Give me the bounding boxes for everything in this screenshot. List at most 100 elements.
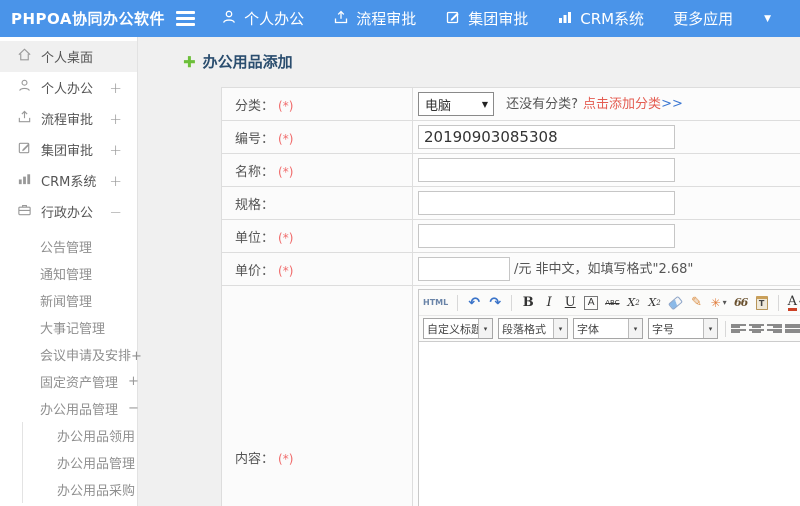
rich-text-editor: HTML ↶ ↷ B I U A ABC X2 X2 ✎ ✳ ▾ 66 T A … — [418, 289, 800, 506]
sidebar-item-news-mgmt[interactable]: 新闻管理 — [0, 287, 137, 314]
spec-label: 规格： — [235, 197, 275, 213]
font-size-combo[interactable]: 字号 ▾ — [648, 318, 718, 339]
combo-caret-icon: ▾ — [553, 319, 567, 338]
redo-icon[interactable]: ↷ — [488, 293, 502, 313]
editor-content-area[interactable] — [419, 342, 800, 506]
undo-icon[interactable]: ↶ — [467, 293, 481, 313]
price-label: 单价： — [235, 263, 275, 279]
font-family-combo[interactable]: 字体 ▾ — [573, 318, 643, 339]
form-row-name: 名称： (*) — [221, 153, 800, 187]
editor-toolbar-row1: HTML ↶ ↷ B I U A ABC X2 X2 ✎ ✳ ▾ 66 T A — [419, 290, 800, 316]
briefcase-icon — [17, 202, 41, 221]
edit-icon — [17, 140, 41, 159]
code-input[interactable] — [418, 125, 675, 149]
add-plus-icon: ✚ — [183, 52, 196, 71]
sidebar-item-meeting-apply[interactable]: 会议申请及安排+ — [0, 341, 142, 368]
add-category-link[interactable]: 点击添加分类 — [583, 97, 661, 112]
sidebar-admin-submenu: 公告管理 通知管理 新闻管理 大事记管理 会议申请及安排+ 固定资产管理 + 办公… — [0, 227, 142, 503]
sidebar-item-personal-desktop[interactable]: 个人桌面 — [0, 41, 137, 72]
expand-plus-icon[interactable]: + — [109, 172, 122, 190]
topnav-workflow-approval[interactable]: 流程审批 — [333, 8, 416, 29]
sidebar-item-memorabilia-mgmt[interactable]: 大事记管理 — [0, 314, 137, 341]
char-border-button[interactable]: A — [584, 295, 599, 310]
sidebar-item-office-supplies-mgmt[interactable]: 办公用品管理 − — [0, 395, 139, 422]
align-left-icon[interactable] — [731, 323, 746, 335]
topnav-more-apps[interactable]: 更多应用 — [673, 8, 733, 29]
top-nav: 个人办公 流程审批 集团审批 CRM系统 更多应用 ▼ — [221, 8, 800, 29]
form-row-spec: 规格： — [221, 186, 800, 220]
superscript-button[interactable]: X2 — [627, 293, 641, 313]
topnav-group-approval[interactable]: 集团审批 — [445, 8, 528, 29]
custom-title-combo[interactable]: 自定义标题 ▾ — [423, 318, 493, 339]
required-mark: (*) — [278, 230, 294, 245]
category-hint: 还没有分类? — [506, 96, 579, 112]
sidebar: 个人桌面 个人办公 + 流程审批 + 集团审批 + CRM系统 + 行政办公 −… — [0, 37, 142, 506]
sidebar-item-group-approval[interactable]: 集团审批 + — [0, 134, 137, 165]
form-row-content: 内容： (*) HTML ↶ ↷ B I U A ABC X 2 X 2 ✎ ✳… — [221, 285, 800, 506]
spec-input[interactable] — [418, 191, 675, 215]
expand-plus-icon[interactable]: + — [109, 79, 122, 97]
italic-button[interactable]: I — [542, 293, 556, 313]
sidebar-item-notice-mgmt[interactable]: 通知管理 — [0, 260, 137, 287]
category-select[interactable]: 电脑 ▼ — [418, 92, 494, 116]
required-mark: (*) — [278, 98, 294, 113]
paragraph-format-combo[interactable]: 段落格式 ▾ — [498, 318, 568, 339]
eraser-icon[interactable] — [668, 293, 684, 313]
editor-toolbar-row2: 自定义标题▾ 段落格式▾ 字体▾ 字号▾ ∞ — [419, 316, 800, 342]
required-mark: (*) — [278, 452, 294, 466]
align-right-icon[interactable] — [767, 323, 782, 335]
content-label: 内容： — [235, 452, 275, 467]
align-center-icon[interactable] — [749, 323, 764, 335]
sidebar-supplies-submenu: 办公用品领用 办公用品管理 办公用品采购 — [22, 422, 137, 503]
sidebar-item-fixed-assets-mgmt[interactable]: 固定资产管理 + — [0, 368, 139, 395]
sidebar-item-admin-office[interactable]: 行政办公 − — [0, 196, 137, 227]
user-icon — [17, 78, 41, 97]
form-row-category: 分类： (*) 电脑 ▼ 还没有分类? 点击添加分类>> — [221, 87, 800, 121]
required-mark: (*) — [278, 131, 294, 146]
workflow-icon — [17, 109, 41, 128]
add-category-link-arrows[interactable]: >> — [661, 97, 683, 112]
menu-hamburger-icon[interactable] — [175, 11, 196, 26]
paste-plain-text-icon[interactable]: T — [755, 293, 769, 313]
bold-button[interactable]: B — [521, 293, 535, 313]
collapse-minus-icon[interactable]: − — [128, 401, 139, 416]
app-title: PHPOA协同办公软件 — [11, 10, 165, 28]
required-mark: (*) — [278, 263, 294, 278]
user-icon — [221, 9, 244, 29]
html-source-button[interactable]: HTML — [423, 293, 448, 313]
unit-input[interactable] — [418, 224, 675, 248]
home-icon — [17, 47, 41, 66]
blockquote-button[interactable]: 66 — [734, 293, 748, 313]
sidebar-item-supplies-receive[interactable]: 办公用品领用 — [23, 422, 137, 449]
name-input[interactable] — [418, 158, 675, 182]
expand-plus-icon[interactable]: + — [128, 374, 139, 389]
workflow-icon — [333, 9, 356, 29]
price-suffix: /元 非中文，如填写格式"2.68" — [514, 261, 694, 277]
combo-caret-icon: ▾ — [703, 319, 717, 338]
sidebar-item-crm[interactable]: CRM系统 + — [0, 165, 137, 196]
supply-add-form: 分类：(*) 电脑 ▼ 还没有分类?点击添加分类>> 编号：(*) 名称：(*)… — [221, 87, 800, 506]
edit-icon — [445, 9, 468, 29]
font-color-dropdown[interactable]: A▾ — [787, 293, 800, 313]
name-label: 名称： — [235, 164, 275, 180]
underline-button[interactable]: U — [563, 293, 577, 313]
align-justify-icon[interactable] — [785, 323, 800, 335]
sidebar-item-personal-office[interactable]: 个人办公 + — [0, 72, 137, 103]
sidebar-item-supplies-manage[interactable]: 办公用品管理 — [23, 449, 137, 476]
sidebar-item-supplies-purchase[interactable]: 办公用品采购 — [23, 476, 137, 503]
sidebar-item-announcement-mgmt[interactable]: 公告管理 — [0, 233, 137, 260]
code-label: 编号： — [235, 131, 275, 147]
auto-typeset-dropdown[interactable]: ✳ ▾ — [711, 293, 727, 313]
collapse-minus-icon[interactable]: − — [109, 203, 122, 221]
required-mark: (*) — [278, 164, 294, 179]
sidebar-item-workflow-approval[interactable]: 流程审批 + — [0, 103, 137, 134]
format-brush-icon[interactable]: ✎ — [690, 293, 704, 313]
subscript-button[interactable]: X2 — [648, 293, 662, 313]
price-input[interactable] — [418, 257, 510, 281]
topnav-crm[interactable]: CRM系统 — [557, 8, 644, 29]
topnav-personal-office[interactable]: 个人办公 — [221, 8, 304, 29]
more-apps-caret-icon[interactable]: ▼ — [762, 14, 771, 24]
expand-plus-icon[interactable]: + — [109, 141, 122, 159]
strikethrough-button[interactable]: ABC — [605, 293, 619, 313]
expand-plus-icon[interactable]: + — [109, 110, 122, 128]
